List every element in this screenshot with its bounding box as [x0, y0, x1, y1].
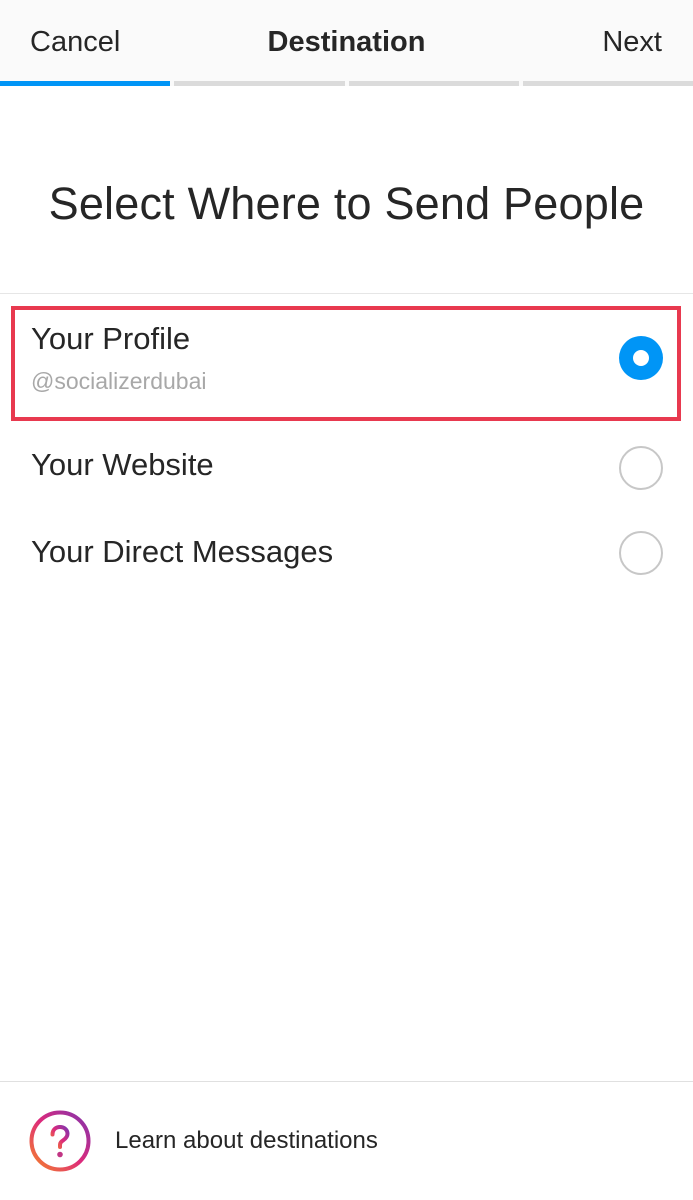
- next-button[interactable]: Next: [602, 26, 662, 59]
- progress-step-3: [349, 81, 519, 86]
- cancel-button[interactable]: Cancel: [30, 26, 120, 59]
- section-heading: Select Where to Send People: [48, 178, 645, 229]
- footer-link-label: Learn about destinations: [115, 1127, 378, 1154]
- top-nav-bar: Cancel Destination Next: [0, 0, 693, 86]
- question-mark-icon: [29, 1110, 91, 1172]
- learn-about-destinations-link[interactable]: Learn about destinations: [0, 1082, 693, 1200]
- progress-step-2: [174, 81, 345, 86]
- progress-step-4: [523, 81, 693, 86]
- option-your-website[interactable]: Your Website: [0, 425, 693, 510]
- radio-button[interactable]: [619, 446, 663, 490]
- progress-step-1: [0, 81, 170, 86]
- option-your-direct-messages[interactable]: Your Direct Messages: [0, 510, 693, 595]
- option-title: Your Profile: [31, 321, 191, 356]
- radio-button[interactable]: [619, 531, 663, 575]
- option-your-profile[interactable]: Your Profile @socializerdubai: [0, 305, 693, 420]
- step-progress-bar: [0, 81, 693, 86]
- radio-button-selected[interactable]: [619, 336, 663, 380]
- option-title: Your Direct Messages: [31, 534, 334, 569]
- option-title: Your Website: [31, 447, 214, 482]
- divider: [0, 293, 693, 294]
- option-subtitle: @socializerdubai: [31, 368, 207, 394]
